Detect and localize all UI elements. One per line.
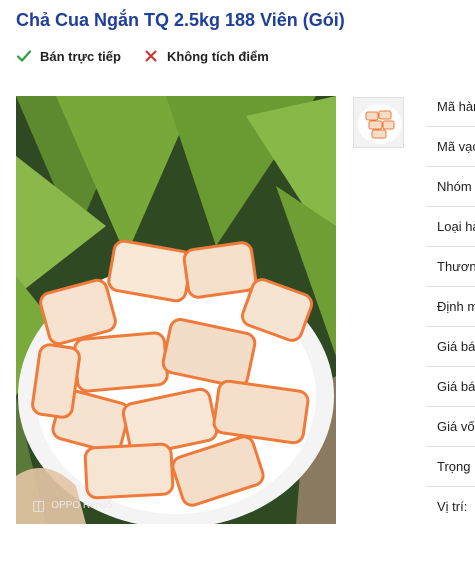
spec-row: Định m xyxy=(426,287,475,327)
x-icon xyxy=(143,48,159,64)
check-icon xyxy=(16,48,32,64)
product-title: Chả Cua Ngắn TQ 2.5kg 188 Viên (Gói) xyxy=(16,10,345,30)
direct-sale-flag: Bán trực tiếp xyxy=(16,48,121,64)
camera-logo-icon: ◫ xyxy=(32,497,46,513)
product-flags: Bán trực tiếp Không tích điểm xyxy=(16,48,291,64)
spec-row: Giá bán xyxy=(426,327,475,367)
spec-row: Giá vốn xyxy=(426,407,475,447)
spec-row: Nhóm xyxy=(426,167,475,207)
spec-row: Vị trí: xyxy=(426,487,475,526)
no-points-label: Không tích điểm xyxy=(166,48,269,64)
spec-row: Mã hàng xyxy=(426,87,475,127)
spec-row: Trọng xyxy=(426,447,475,487)
product-main-image[interactable]: ◫ OPPO Reno5 xyxy=(16,96,336,524)
spec-label: Thương xyxy=(437,259,475,274)
spec-label: Mã hàng xyxy=(437,99,475,114)
spec-row: Mã vạch xyxy=(426,127,475,167)
spec-label: Định m xyxy=(437,299,475,314)
spec-label: Trọng xyxy=(437,459,471,474)
spec-label: Loại hàng xyxy=(437,219,475,234)
spec-row: Giá bán xyxy=(426,367,475,407)
no-points-flag: Không tích điểm xyxy=(143,48,269,64)
spec-label: Giá bán xyxy=(437,339,475,354)
watermark-text: OPPO Reno5 xyxy=(51,500,113,511)
spec-label: Giá vốn xyxy=(437,419,475,434)
spec-label: Mã vạch xyxy=(437,139,475,154)
spec-label: Nhóm xyxy=(437,179,472,194)
product-thumbnail[interactable] xyxy=(353,97,404,148)
direct-sale-label: Bán trực tiếp xyxy=(40,48,121,64)
image-watermark: ◫ OPPO Reno5 xyxy=(32,497,112,514)
spec-row: Thương xyxy=(426,247,475,287)
product-specs: Mã hàng Mã vạch Nhóm Loại hàng Thương Đị… xyxy=(426,87,475,526)
spec-label: Giá bán xyxy=(437,379,475,394)
spec-label: Vị trí: xyxy=(437,499,468,514)
spec-row: Loại hàng xyxy=(426,207,475,247)
